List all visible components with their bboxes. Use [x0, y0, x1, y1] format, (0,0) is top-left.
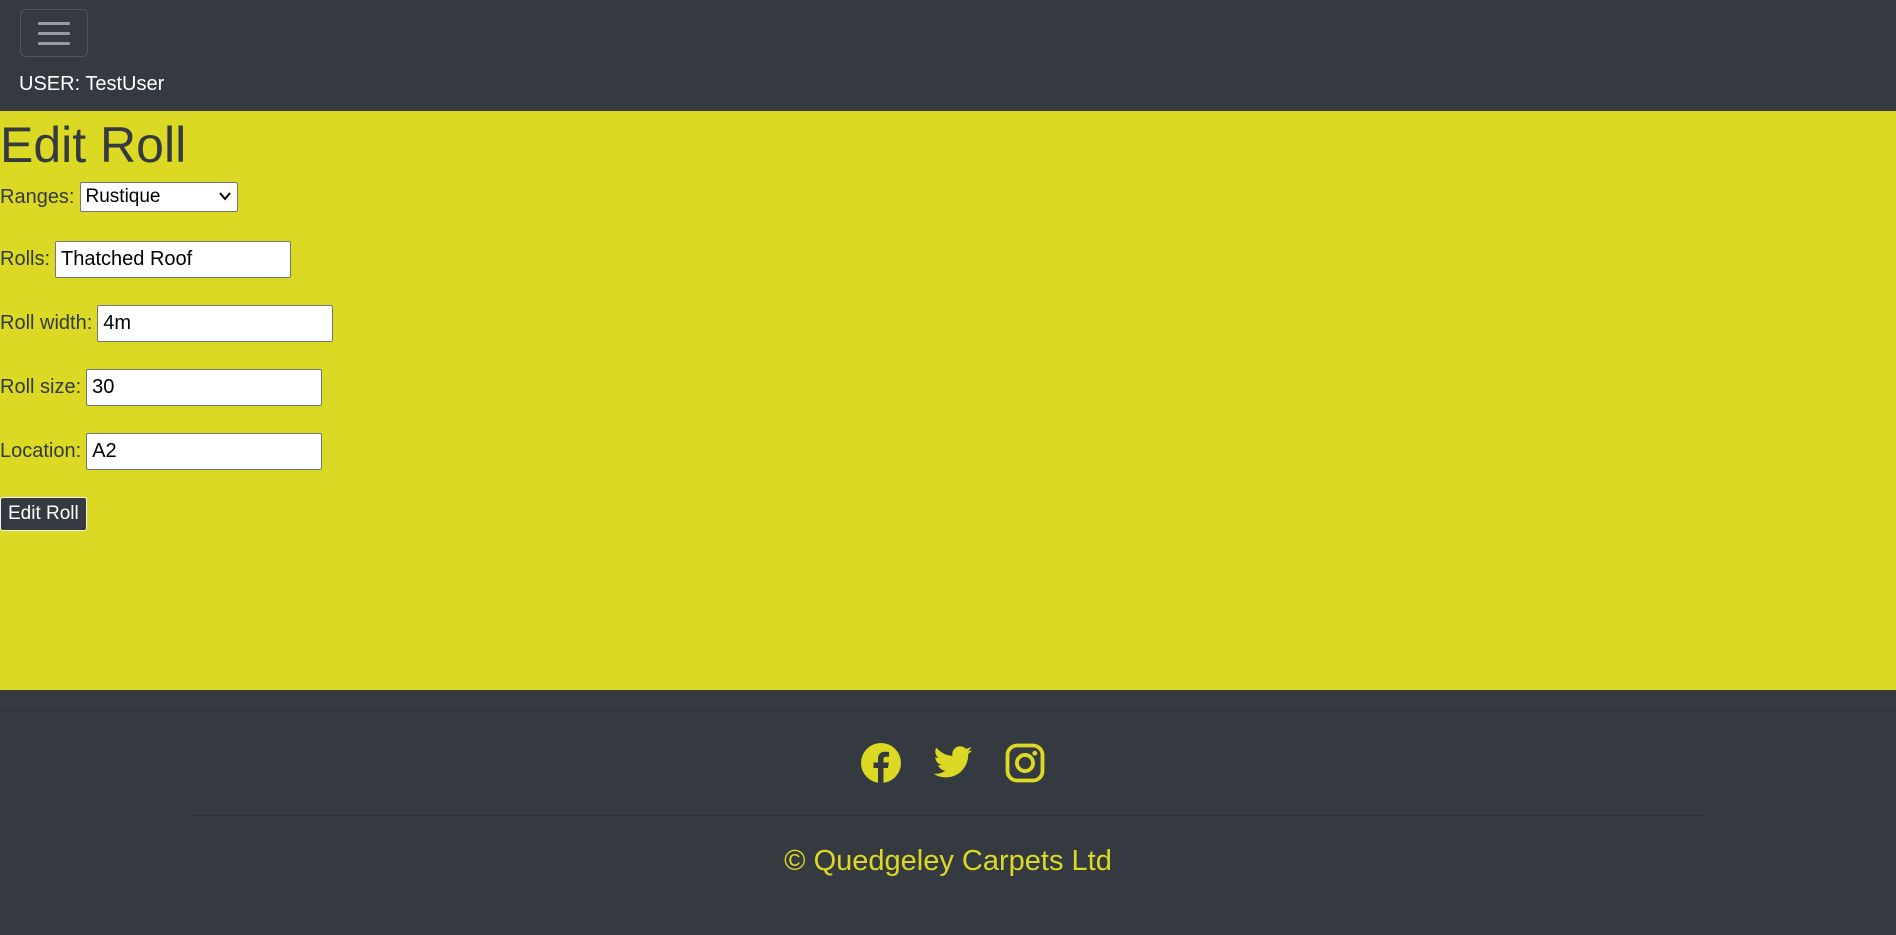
- footer: © Quedgeley Carpets Ltd: [0, 690, 1896, 935]
- top-navbar: USER: TestUser: [0, 0, 1896, 111]
- roll-size-row: Roll size:: [0, 369, 323, 406]
- page-title: Edit Roll: [0, 117, 187, 173]
- chevron-down-icon: [218, 192, 231, 201]
- ranges-label: Ranges:: [0, 185, 75, 208]
- hamburger-menu-icon-line: [38, 31, 70, 35]
- location-input[interactable]: [86, 433, 323, 470]
- roll-width-input[interactable]: [97, 305, 334, 342]
- footer-divider: [192, 815, 1704, 816]
- footer-top-border: [0, 710, 1896, 711]
- rolls-label: Rolls:: [0, 248, 51, 270]
- roll-width-row: Roll width:: [0, 305, 334, 342]
- location-row: Location:: [0, 433, 323, 470]
- rolls-row: Rolls:: [0, 241, 292, 278]
- menu-toggle-button[interactable]: [20, 9, 88, 57]
- ranges-selected-value: Rustique: [85, 186, 161, 207]
- hamburger-menu-icon-line: [38, 41, 70, 45]
- ranges-select[interactable]: Rustique: [79, 182, 238, 212]
- roll-size-input[interactable]: [86, 369, 323, 406]
- twitter-icon[interactable]: [932, 742, 974, 784]
- roll-width-label: Roll width:: [0, 312, 93, 334]
- user-label: USER: TestUser: [19, 73, 165, 95]
- location-label: Location:: [0, 440, 82, 462]
- rolls-input[interactable]: [55, 241, 292, 278]
- edit-roll-button[interactable]: Edit Roll: [0, 497, 87, 531]
- instagram-icon[interactable]: [1004, 742, 1046, 784]
- hamburger-menu-icon: [38, 21, 70, 25]
- copyright-text: © Quedgeley Carpets Ltd: [784, 845, 1112, 877]
- roll-size-label: Roll size:: [0, 376, 82, 398]
- social-links: [860, 742, 1046, 784]
- ranges-row: Ranges: Rustique: [0, 182, 238, 212]
- main-content: Edit Roll Ranges: Rustique Rolls: Roll w…: [0, 111, 1896, 690]
- facebook-icon[interactable]: [860, 742, 902, 784]
